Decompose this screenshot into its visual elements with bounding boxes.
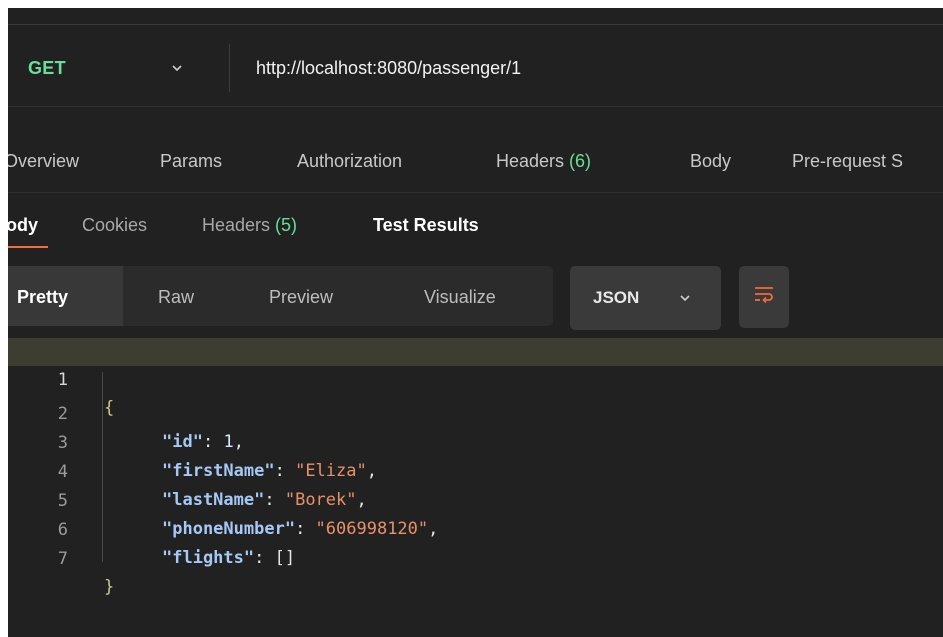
code-line-4: 4 "lastName": "Borek", — [8, 430, 943, 510]
json-value: [] — [274, 548, 296, 568]
code-line-7: 7 } — [8, 517, 943, 597]
active-tab-indicator — [8, 246, 48, 248]
response-tab-headers-count: (5) — [275, 215, 298, 235]
postman-window: GET http://localhost:8080/passenger/1 Ov… — [8, 8, 943, 637]
tab-pre-request-script[interactable]: Pre-request S — [792, 148, 903, 174]
request-bar-divider — [8, 106, 943, 107]
code-line-6: 6 "flights": [] — [8, 488, 943, 568]
tab-authorization[interactable]: Authorization — [297, 148, 402, 174]
code-line-2: 2 "id": 1, — [8, 372, 943, 452]
response-tab-cookies[interactable]: Cookies — [82, 212, 147, 238]
json-key: "flights" — [162, 548, 255, 568]
wrap-lines-icon — [755, 287, 773, 304]
response-tab-headers[interactable]: Headers (5) — [202, 212, 297, 238]
code-line-3: 3 "firstName": "Eliza", — [8, 401, 943, 481]
view-preview[interactable]: Preview — [269, 284, 333, 310]
response-tab-headers-label: Headers — [202, 215, 276, 235]
url-divider — [229, 44, 230, 92]
response-tab-body[interactable]: ody — [8, 212, 38, 238]
url-input[interactable]: http://localhost:8080/passenger/1 — [256, 56, 521, 80]
top-divider — [8, 24, 943, 25]
json-field-flights: "flights": [] — [162, 548, 296, 568]
code-line-5: 5 "phoneNumber": "606998120", — [8, 459, 943, 539]
tab-body[interactable]: Body — [690, 148, 731, 174]
tab-headers-label: Headers — [496, 151, 570, 171]
format-label: JSON — [593, 288, 640, 307]
tab-params[interactable]: Params — [160, 148, 222, 174]
response-tab-test-results[interactable]: Test Results — [373, 212, 479, 238]
method-select[interactable]: GET — [28, 56, 66, 80]
code-line-1: 1 { — [8, 338, 943, 418]
tab-headers[interactable]: Headers (6) — [496, 148, 591, 174]
tab-overview[interactable]: Overview — [8, 148, 79, 174]
chevron-down-icon — [680, 295, 690, 302]
tabs-divider — [8, 192, 943, 193]
tab-headers-count: (6) — [569, 151, 592, 171]
view-visualize[interactable]: Visualize — [424, 284, 496, 310]
line-number: 7 — [57, 549, 68, 569]
chevron-down-icon[interactable] — [170, 61, 184, 75]
json-close-brace: } — [104, 577, 115, 597]
view-pretty[interactable]: Pretty — [17, 284, 68, 310]
view-raw[interactable]: Raw — [158, 284, 194, 310]
